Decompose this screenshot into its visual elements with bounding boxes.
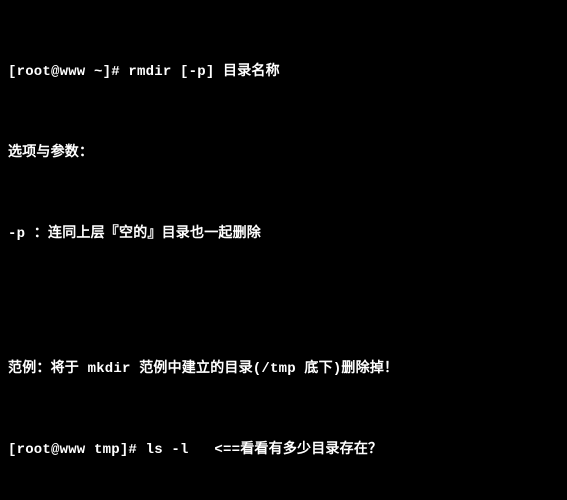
terminal-line: 范例：将于 mkdir 范例中建立的目录(/tmp 底下)删除掉！ <box>8 356 559 383</box>
terminal-line: -p ：连同上层『空的』目录也一起删除 <box>8 221 559 248</box>
terminal-output: [root@www ~]# rmdir [-p] 目录名称 选项与参数： -p … <box>0 0 567 500</box>
terminal-line: 选项与参数： <box>8 140 559 167</box>
terminal-line: [root@www tmp]# ls -l <==看看有多少目录存在？ <box>8 437 559 464</box>
terminal-line: [root@www ~]# rmdir [-p] 目录名称 <box>8 59 559 86</box>
